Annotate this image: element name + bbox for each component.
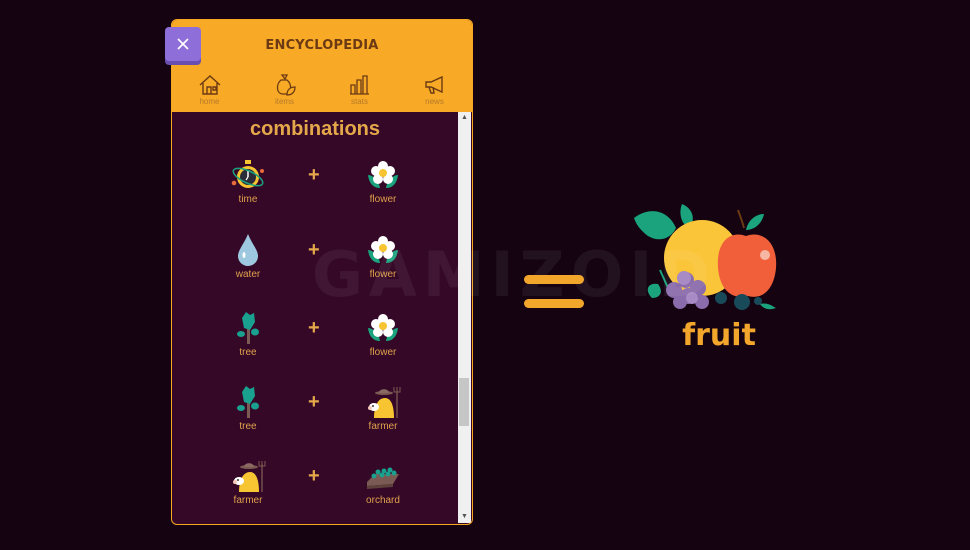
- combination-row: tree + flower: [172, 310, 458, 370]
- farmer-icon: [233, 461, 266, 492]
- time-icon: [231, 160, 264, 188]
- plus-operator: +: [308, 391, 320, 413]
- flower-icon: [368, 161, 398, 188]
- ingredient-tree[interactable]: tree: [208, 310, 288, 358]
- nav-news[interactable]: news: [397, 72, 472, 112]
- close-button[interactable]: [165, 27, 201, 61]
- combination-row: farmer + orchard: [172, 458, 458, 518]
- megaphone-icon: [424, 75, 443, 94]
- nav-label: items: [274, 97, 295, 106]
- flower-icon: [368, 314, 398, 341]
- flower-icon: [368, 236, 398, 263]
- plus-operator: +: [308, 239, 320, 261]
- ingredient-label: farmer: [368, 421, 398, 432]
- nav-stats[interactable]: stats: [322, 72, 397, 112]
- panel-title: ENCYCLOPEDIA: [265, 38, 379, 53]
- nav-label: home: [199, 97, 220, 106]
- ingredient-label: water: [235, 269, 261, 280]
- scroll-down-arrow[interactable]: ▼: [458, 511, 471, 523]
- nav-label: stats: [351, 97, 368, 106]
- panel-nav: home items stats news: [172, 72, 472, 112]
- ingredient-label: flower: [369, 194, 397, 205]
- tree-icon: [237, 386, 259, 418]
- fruit-icon: [634, 204, 777, 310]
- scrollbar[interactable]: ▲ ▼: [458, 112, 471, 523]
- ingredient-orchard[interactable]: orchard: [343, 458, 423, 506]
- ingredient-farmer[interactable]: farmer: [343, 384, 423, 432]
- equals-sign: [524, 275, 584, 311]
- panel-header: ENCYCLOPEDIA home items stats news: [172, 20, 472, 112]
- ingredient-label: flower: [369, 347, 397, 358]
- items-bag-icon: [276, 74, 296, 96]
- ingredient-water[interactable]: water: [208, 232, 288, 280]
- plus-operator: +: [308, 164, 320, 186]
- scrollbar-thumb[interactable]: [459, 378, 469, 427]
- nav-home[interactable]: home: [172, 72, 247, 112]
- farmer-icon: [368, 387, 401, 418]
- section-title: combinations: [249, 118, 380, 140]
- ingredient-label: orchard: [366, 495, 400, 506]
- scroll-up-arrow[interactable]: ▲: [458, 112, 471, 124]
- ingredient-flower[interactable]: flower: [343, 232, 423, 280]
- close-icon: [177, 38, 189, 50]
- ingredient-label: time: [238, 194, 258, 205]
- combination-row: water + flower: [172, 232, 458, 292]
- ingredient-farmer[interactable]: farmer: [208, 458, 288, 506]
- encyclopedia-panel: ENCYCLOPEDIA home items stats news combi…: [171, 19, 473, 525]
- orchard-icon: [367, 467, 399, 489]
- combination-row: time + flower: [172, 157, 458, 217]
- water-drop-icon: [238, 234, 258, 266]
- ingredient-tree[interactable]: tree: [208, 384, 288, 432]
- ingredient-label: flower: [369, 269, 397, 280]
- ingredient-label: tree: [239, 347, 257, 358]
- ingredient-time[interactable]: time: [208, 157, 288, 205]
- equals-bar: [524, 275, 584, 284]
- nav-label: news: [425, 97, 444, 106]
- ingredient-label: farmer: [233, 495, 263, 506]
- tree-icon: [237, 312, 259, 344]
- ingredient-label: tree: [239, 421, 257, 432]
- stats-icon: [349, 75, 369, 95]
- ingredient-flower[interactable]: flower: [343, 157, 423, 205]
- equals-bar: [524, 299, 584, 308]
- combinations-list: combinations time + flower water + flowe…: [172, 112, 458, 524]
- combination-row: tree + farmer: [172, 384, 458, 444]
- plus-operator: +: [308, 317, 320, 339]
- nav-items[interactable]: items: [247, 72, 322, 112]
- ingredient-flower[interactable]: flower: [343, 310, 423, 358]
- home-icon: [199, 75, 220, 95]
- plus-operator: +: [308, 465, 320, 487]
- result-label: fruit: [682, 318, 756, 353]
